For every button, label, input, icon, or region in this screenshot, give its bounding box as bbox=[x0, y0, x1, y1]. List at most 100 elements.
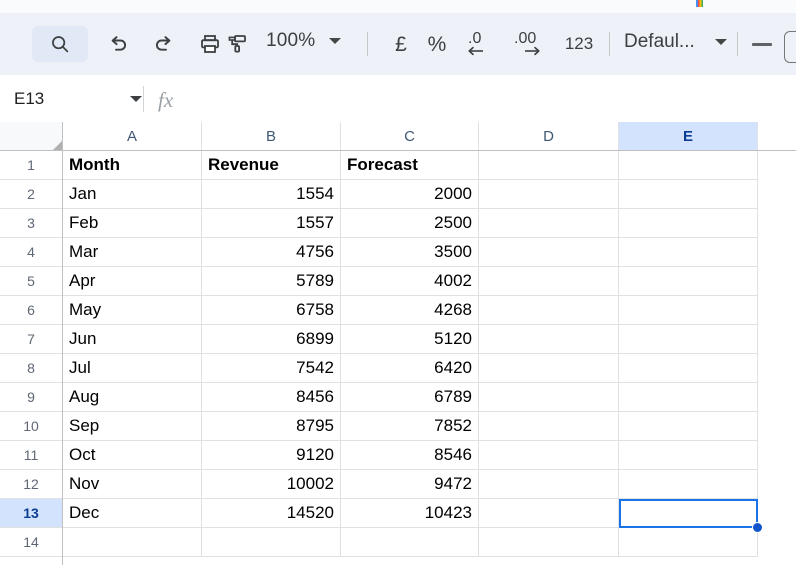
row-header-13[interactable]: 13 bbox=[0, 499, 62, 528]
cell-B12[interactable]: 10002 bbox=[202, 470, 341, 499]
cell-A13[interactable]: Dec bbox=[63, 499, 202, 528]
cell-C3[interactable]: 2500 bbox=[341, 209, 479, 238]
cell-D12[interactable] bbox=[479, 470, 619, 499]
cell-B10[interactable]: 8795 bbox=[202, 412, 341, 441]
cell-B11[interactable]: 9120 bbox=[202, 441, 341, 470]
row-header-14[interactable]: 14 bbox=[0, 528, 62, 557]
cell-E10[interactable] bbox=[619, 412, 758, 441]
row-header-2[interactable]: 2 bbox=[0, 180, 62, 209]
cell-A14[interactable] bbox=[63, 528, 202, 557]
row-header-9[interactable]: 9 bbox=[0, 383, 62, 412]
cell-C10[interactable]: 7852 bbox=[341, 412, 479, 441]
percent-format-button[interactable]: % bbox=[418, 26, 456, 62]
cell-D4[interactable] bbox=[479, 238, 619, 267]
cell-E4[interactable] bbox=[619, 238, 758, 267]
cell-E14[interactable] bbox=[619, 528, 758, 557]
fill-handle[interactable] bbox=[752, 522, 763, 533]
cell-D2[interactable] bbox=[479, 180, 619, 209]
decrease-font-size-button[interactable] bbox=[752, 43, 772, 46]
cell-E7[interactable] bbox=[619, 325, 758, 354]
cell-B4[interactable]: 4756 bbox=[202, 238, 341, 267]
row-header-12[interactable]: 12 bbox=[0, 470, 62, 499]
cell-B9[interactable]: 8456 bbox=[202, 383, 341, 412]
cell-C5[interactable]: 4002 bbox=[341, 267, 479, 296]
paint-format-button[interactable] bbox=[214, 26, 258, 62]
cell-C14[interactable] bbox=[341, 528, 479, 557]
cell-B6[interactable]: 6758 bbox=[202, 296, 341, 325]
cell-A4[interactable]: Mar bbox=[63, 238, 202, 267]
cell-B7[interactable]: 6899 bbox=[202, 325, 341, 354]
cell-B8[interactable]: 7542 bbox=[202, 354, 341, 383]
cell-C1[interactable]: Forecast bbox=[341, 151, 479, 180]
decrease-decimal-button[interactable]: .0 bbox=[460, 26, 502, 62]
cell-C2[interactable]: 2000 bbox=[341, 180, 479, 209]
cell-A9[interactable]: Aug bbox=[63, 383, 202, 412]
cell-C6[interactable]: 4268 bbox=[341, 296, 479, 325]
cell-C12[interactable]: 9472 bbox=[341, 470, 479, 499]
cell-C11[interactable]: 8546 bbox=[341, 441, 479, 470]
select-all-corner[interactable] bbox=[0, 122, 63, 151]
cell-B5[interactable]: 5789 bbox=[202, 267, 341, 296]
row-header-7[interactable]: 7 bbox=[0, 325, 62, 354]
cell-A8[interactable]: Jul bbox=[63, 354, 202, 383]
row-header-8[interactable]: 8 bbox=[0, 354, 62, 383]
font-size-input[interactable] bbox=[784, 31, 796, 63]
row-header-3[interactable]: 3 bbox=[0, 209, 62, 238]
column-header-e[interactable]: E bbox=[619, 122, 758, 150]
cell-E1[interactable] bbox=[619, 151, 758, 180]
cell-A6[interactable]: May bbox=[63, 296, 202, 325]
cell-C7[interactable]: 5120 bbox=[341, 325, 479, 354]
cell-C13[interactable]: 10423 bbox=[341, 499, 479, 528]
cell-B14[interactable] bbox=[202, 528, 341, 557]
cell-E13[interactable] bbox=[619, 499, 758, 528]
zoom-control[interactable]: 100% bbox=[266, 30, 342, 52]
cell-E9[interactable] bbox=[619, 383, 758, 412]
cell-C4[interactable]: 3500 bbox=[341, 238, 479, 267]
cell-A10[interactable]: Sep bbox=[63, 412, 202, 441]
row-header-10[interactable]: 10 bbox=[0, 412, 62, 441]
cell-B2[interactable]: 1554 bbox=[202, 180, 341, 209]
cell-D1[interactable] bbox=[479, 151, 619, 180]
increase-decimal-button[interactable]: .00 bbox=[506, 26, 554, 62]
cell-D3[interactable] bbox=[479, 209, 619, 238]
currency-format-button[interactable]: £ bbox=[382, 26, 420, 62]
cell-B1[interactable]: Revenue bbox=[202, 151, 341, 180]
row-header-1[interactable]: 1 bbox=[0, 151, 62, 180]
cell-A1[interactable]: Month bbox=[63, 151, 202, 180]
cell-A11[interactable]: Oct bbox=[63, 441, 202, 470]
cell-E2[interactable] bbox=[619, 180, 758, 209]
cell-A3[interactable]: Feb bbox=[63, 209, 202, 238]
cell-E12[interactable] bbox=[619, 470, 758, 499]
row-header-4[interactable]: 4 bbox=[0, 238, 62, 267]
row-header-11[interactable]: 11 bbox=[0, 441, 62, 470]
cell-D5[interactable] bbox=[479, 267, 619, 296]
cell-D10[interactable] bbox=[479, 412, 619, 441]
cell-A5[interactable]: Apr bbox=[63, 267, 202, 296]
cell-E5[interactable] bbox=[619, 267, 758, 296]
cell-A7[interactable]: Jun bbox=[63, 325, 202, 354]
cell-D6[interactable] bbox=[479, 296, 619, 325]
cell-D9[interactable] bbox=[479, 383, 619, 412]
column-header-a[interactable]: A bbox=[63, 122, 202, 150]
redo-button[interactable] bbox=[142, 26, 186, 62]
cell-D11[interactable] bbox=[479, 441, 619, 470]
column-header-b[interactable]: B bbox=[202, 122, 341, 150]
row-header-6[interactable]: 6 bbox=[0, 296, 62, 325]
cell-B13[interactable]: 14520 bbox=[202, 499, 341, 528]
cell-E3[interactable] bbox=[619, 209, 758, 238]
column-header-c[interactable]: C bbox=[341, 122, 479, 150]
search-button[interactable] bbox=[32, 26, 88, 62]
cell-A2[interactable]: Jan bbox=[63, 180, 202, 209]
cell-D13[interactable] bbox=[479, 499, 619, 528]
undo-button[interactable] bbox=[96, 26, 140, 62]
name-box[interactable]: E13 bbox=[14, 87, 142, 111]
cell-C9[interactable]: 6789 bbox=[341, 383, 479, 412]
cell-A12[interactable]: Nov bbox=[63, 470, 202, 499]
cell-C8[interactable]: 6420 bbox=[341, 354, 479, 383]
cell-B3[interactable]: 1557 bbox=[202, 209, 341, 238]
cell-D8[interactable] bbox=[479, 354, 619, 383]
font-family-dropdown[interactable]: Defaul... bbox=[624, 31, 727, 53]
cell-D14[interactable] bbox=[479, 528, 619, 557]
cell-D7[interactable] bbox=[479, 325, 619, 354]
column-header-d[interactable]: D bbox=[479, 122, 619, 150]
